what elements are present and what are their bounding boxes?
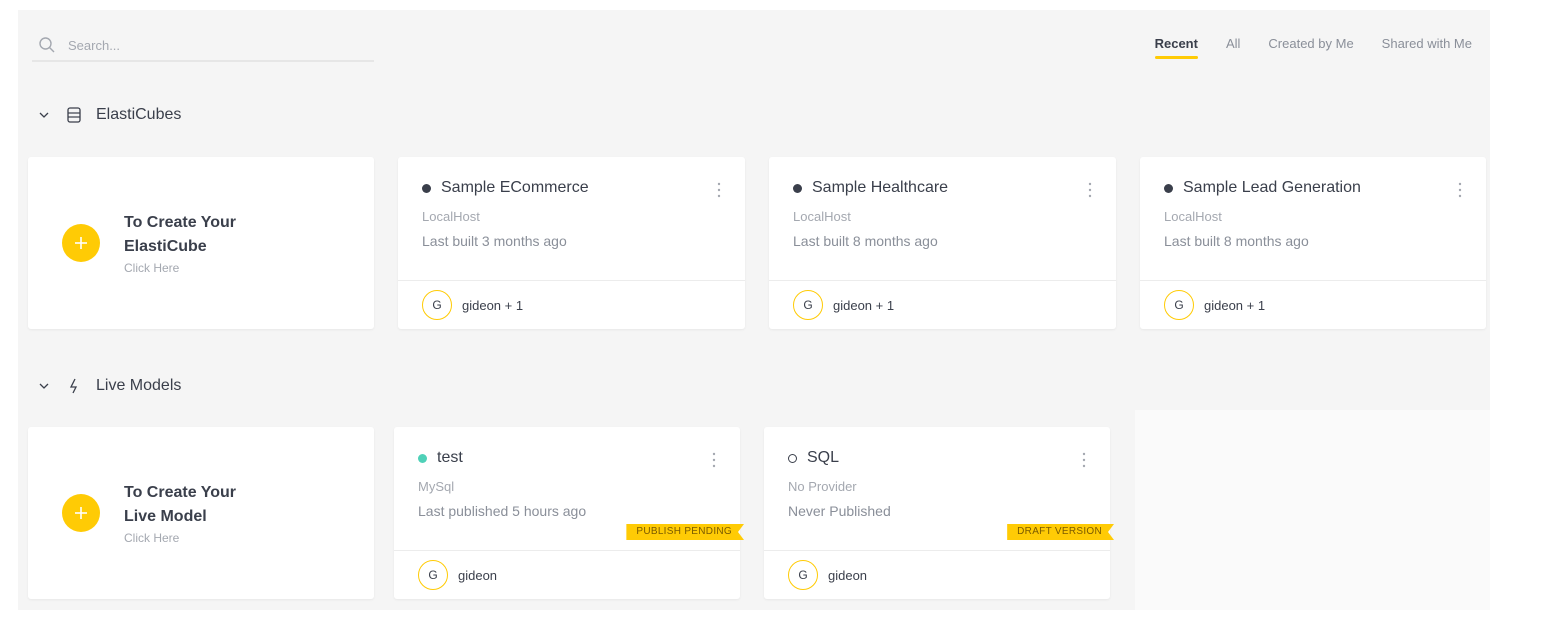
create-title-line1: To Create Your (124, 214, 237, 231)
search-bar[interactable] (32, 30, 374, 62)
create-title-line2: ElastiCube (124, 238, 207, 255)
section-header-elasticubes[interactable]: ElastiCubes (38, 106, 181, 124)
section-header-live-models[interactable]: Live Models (38, 377, 181, 395)
model-provider: LocalHost (1164, 209, 1222, 224)
model-title[interactable]: Sample ECommerce (422, 179, 589, 197)
plus-icon[interactable] (62, 494, 100, 532)
create-elasticube-card[interactable]: To Create Your ElastiCube Click Here (28, 157, 374, 329)
model-status: Never Published (788, 503, 891, 519)
model-title[interactable]: SQL (788, 449, 839, 467)
model-title[interactable]: Sample Lead Generation (1164, 179, 1361, 197)
filter-tabs: Recent All Created by Me Shared with Me (1127, 34, 1472, 59)
avatar: G (793, 290, 823, 320)
model-status: Last published 5 hours ago (418, 503, 587, 519)
owner-label: gideon + 1 (1204, 297, 1266, 313)
status-dot (793, 183, 802, 193)
avatar: G (788, 560, 818, 590)
model-status: Last built 3 months ago (422, 233, 567, 249)
more-options-icon[interactable] (1088, 181, 1092, 199)
create-live-model-card[interactable]: To Create Your Live Model Click Here (28, 427, 374, 599)
owner-label: gideon (458, 567, 498, 583)
status-badge: PUBLISH PENDING (626, 524, 744, 540)
tab-recent[interactable]: Recent (1154, 34, 1199, 59)
tab-all[interactable]: All (1226, 34, 1240, 59)
chevron-down-icon[interactable] (38, 380, 50, 392)
search-input[interactable] (68, 37, 348, 53)
more-options-icon[interactable] (1458, 181, 1462, 199)
owner-label: gideon (828, 567, 868, 583)
section-title: Live Models (96, 377, 182, 394)
search-icon (39, 37, 55, 53)
elasticube-card[interactable]: Sample Healthcare LocalHost Last built 8… (769, 157, 1116, 329)
model-provider: LocalHost (422, 209, 480, 224)
model-provider: No Provider (788, 479, 857, 494)
status-dot (788, 453, 797, 463)
status-badge: DRAFT VERSION (1007, 524, 1114, 540)
more-options-icon[interactable] (712, 451, 716, 469)
elasticube-card[interactable]: Sample ECommerce LocalHost Last built 3 … (398, 157, 745, 329)
create-subtitle: Click Here (124, 261, 180, 275)
create-title-line1: To Create Your (124, 484, 237, 501)
create-title-line2: Live Model (124, 508, 207, 525)
live-model-card[interactable]: test MySql Last published 5 hours ago PU… (394, 427, 740, 599)
status-dot (418, 453, 427, 463)
lightning-icon (69, 378, 78, 394)
chevron-down-icon[interactable] (38, 109, 50, 121)
elasticube-card[interactable]: Sample Lead Generation LocalHost Last bu… (1140, 157, 1486, 329)
database-icon (67, 107, 81, 123)
tab-created-by-me[interactable]: Created by Me (1268, 34, 1353, 59)
model-title[interactable]: test (418, 449, 463, 467)
owner-label: gideon + 1 (833, 297, 895, 313)
more-options-icon[interactable] (717, 181, 721, 199)
model-provider: LocalHost (793, 209, 851, 224)
model-status: Last built 8 months ago (1164, 233, 1309, 249)
model-status: Last built 8 months ago (793, 233, 938, 249)
model-provider: MySql (418, 479, 455, 494)
status-dot (422, 183, 431, 193)
status-dot (1164, 183, 1173, 193)
empty-panel (1135, 410, 1490, 610)
model-title[interactable]: Sample Healthcare (793, 179, 948, 197)
plus-icon[interactable] (62, 224, 100, 262)
tab-shared-with-me[interactable]: Shared with Me (1382, 34, 1472, 59)
avatar: G (418, 560, 448, 590)
live-model-card[interactable]: SQL No Provider Never Published DRAFT VE… (764, 427, 1110, 599)
owner-label: gideon + 1 (462, 297, 524, 313)
more-options-icon[interactable] (1082, 451, 1086, 469)
avatar: G (422, 290, 452, 320)
section-title: ElastiCubes (96, 106, 182, 123)
avatar: G (1164, 290, 1194, 320)
create-subtitle: Click Here (124, 531, 180, 545)
